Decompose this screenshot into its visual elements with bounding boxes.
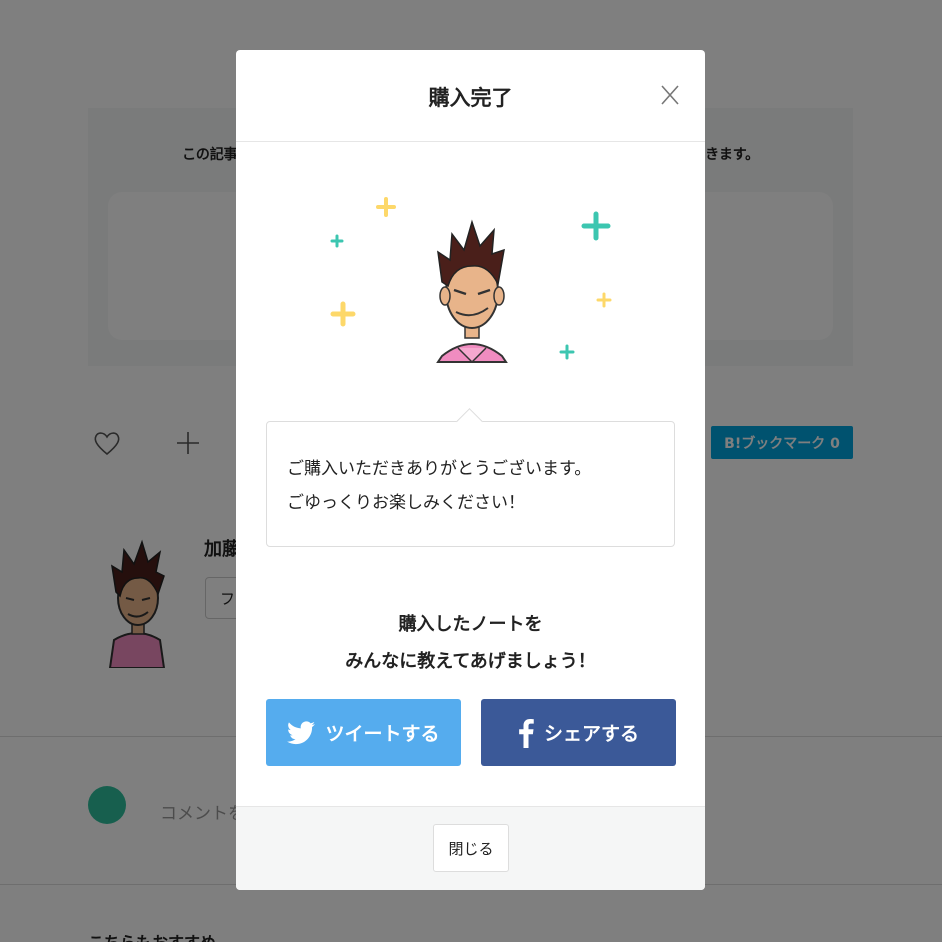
facebook-share-button[interactable]: シェアする	[481, 699, 676, 766]
sparkle-icon	[376, 197, 396, 217]
celebration-illustration	[330, 197, 612, 364]
sparkle-icon	[559, 344, 575, 360]
modal-footer: 閉じる	[236, 806, 705, 890]
close-button[interactable]: 閉じる	[433, 824, 509, 872]
sparkle-icon	[330, 301, 356, 327]
thank-you-bubble: ご購入いただきありがとうございます。 ごゆっくりお楽しみください！	[266, 421, 675, 547]
facebook-share-label: シェアする	[543, 723, 639, 745]
twitter-bird-icon	[287, 720, 316, 744]
share-prompt: 購入したノートを みんなに教えてあげましょう！	[236, 606, 705, 680]
message-line: ご購入いただきありがとうございます。	[287, 459, 592, 479]
facebook-f-icon	[519, 718, 534, 748]
modal-header: 購入完了	[236, 50, 705, 142]
character-illustration	[436, 219, 508, 364]
message-line: ごゆっくりお楽しみください！	[287, 493, 525, 513]
sparkle-icon	[330, 234, 344, 248]
tweet-button[interactable]: ツイートする	[266, 699, 461, 766]
tweet-label: ツイートする	[325, 723, 440, 745]
share-prompt-line: みんなに教えてあげましょう！	[345, 651, 596, 672]
modal-title: 購入完了	[428, 86, 513, 110]
share-prompt-line: 購入したノートを	[398, 614, 543, 635]
sparkle-icon	[581, 211, 611, 241]
sparkle-icon	[596, 292, 612, 308]
close-icon[interactable]	[655, 80, 685, 110]
purchase-complete-modal: 購入完了 ご購入いただきありがとうございます。 ごゆっくりお楽しみください！ 購…	[236, 50, 705, 890]
